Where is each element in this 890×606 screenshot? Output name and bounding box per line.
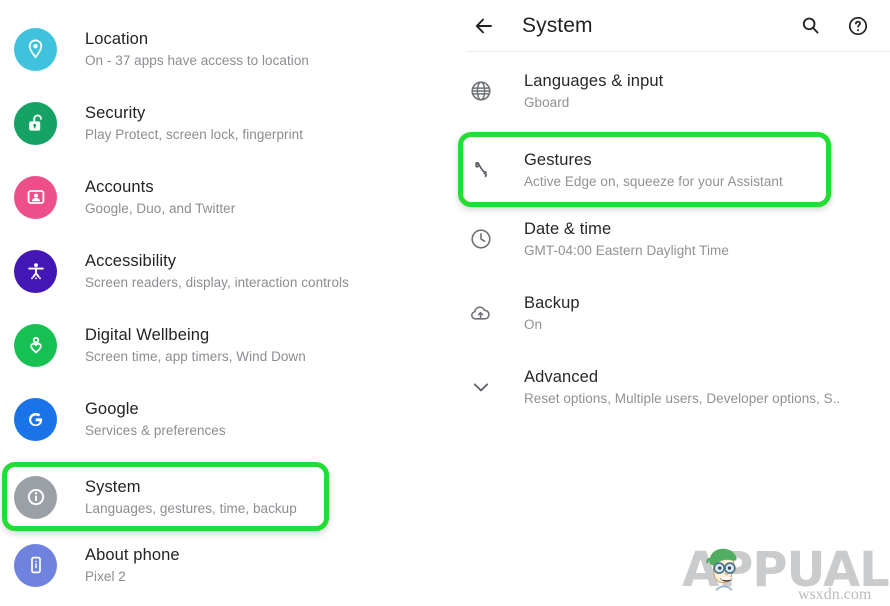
- row-title: Languages & input: [524, 71, 664, 90]
- row-subtitle: Reset options, Multiple users, Developer…: [524, 390, 841, 406]
- row-text: Accounts Google, Duo, and Twitter: [85, 177, 235, 218]
- row-text: Languages & input Gboard: [524, 71, 663, 112]
- row-subtitle: Languages, gestures, time, backup: [85, 500, 297, 516]
- back-arrow-icon[interactable]: [471, 13, 497, 39]
- settings-row-security[interactable]: Security Play Protect, screen lock, fing…: [0, 91, 445, 155]
- settings-row-gestures[interactable]: Gestures Active Edge on, squeeze for you…: [445, 139, 890, 201]
- row-subtitle: Screen readers, display, interaction con…: [85, 274, 349, 290]
- settings-row-date-time[interactable]: Date & time GMT-04:00 Eastern Daylight T…: [445, 208, 890, 270]
- row-subtitle: GMT-04:00 Eastern Daylight Time: [524, 242, 729, 258]
- row-title: Gestures: [524, 150, 592, 169]
- globe-icon: [466, 78, 496, 104]
- row-title: Date & time: [524, 219, 612, 238]
- row-text: Advanced Reset options, Multiple users, …: [524, 367, 840, 408]
- cloud-upload-icon: [466, 300, 496, 326]
- row-subtitle: Services & preferences: [85, 422, 226, 438]
- row-text: Accessibility Screen readers, display, i…: [85, 251, 349, 292]
- row-title: Backup: [524, 293, 580, 312]
- row-subtitle: Screen time, app timers, Wind Down: [85, 348, 306, 364]
- settings-row-about-phone[interactable]: About phone Pixel 2: [0, 533, 445, 597]
- row-text: System Languages, gestures, time, backup: [85, 477, 297, 518]
- settings-row-accounts[interactable]: Accounts Google, Duo, and Twitter: [0, 165, 445, 229]
- row-subtitle: On: [524, 316, 543, 332]
- app-bar: System: [445, 0, 890, 51]
- search-icon[interactable]: [797, 13, 823, 39]
- row-text: Security Play Protect, screen lock, fing…: [85, 103, 303, 144]
- settings-screenshot: Location On - 37 apps have access to loc…: [0, 0, 890, 606]
- accessibility-person-icon: [14, 249, 57, 293]
- settings-row-google[interactable]: Google Services & preferences: [0, 387, 445, 451]
- row-text: Location On - 37 apps have access to loc…: [85, 29, 309, 70]
- help-icon[interactable]: [845, 13, 871, 39]
- page-title: System: [522, 13, 593, 37]
- row-title: Accessibility: [85, 251, 177, 270]
- row-text: Digital Wellbeing Screen time, app timer…: [85, 325, 306, 366]
- row-title: Accounts: [85, 177, 154, 196]
- settings-list-panel: Location On - 37 apps have access to loc…: [0, 0, 445, 606]
- info-circle-icon: [14, 475, 57, 519]
- row-text: Date & time GMT-04:00 Eastern Daylight T…: [524, 219, 729, 260]
- row-text: Backup On: [524, 293, 580, 334]
- chevron-down-icon: [466, 374, 496, 400]
- row-title: System: [85, 477, 141, 496]
- settings-row-digital-wellbeing[interactable]: Digital Wellbeing Screen time, app timer…: [0, 313, 445, 377]
- row-subtitle: Google, Duo, and Twitter: [85, 200, 236, 216]
- row-text: Gestures Active Edge on, squeeze for you…: [524, 150, 783, 191]
- header-divider: [466, 51, 890, 52]
- account-portrait-icon: [14, 175, 57, 219]
- settings-row-languages-input[interactable]: Languages & input Gboard: [445, 60, 890, 122]
- row-title: About phone: [85, 545, 180, 564]
- row-title: Location: [85, 29, 149, 48]
- system-detail-panel: System Languages & input Gboard Gestures…: [445, 0, 890, 606]
- location-pin-icon: [14, 27, 57, 71]
- unlocked-padlock-icon: [14, 101, 57, 145]
- heart-person-icon: [14, 323, 57, 367]
- settings-row-backup[interactable]: Backup On: [445, 282, 890, 344]
- row-subtitle: Pixel 2: [85, 568, 126, 584]
- phone-info-icon: [14, 543, 57, 587]
- row-title: Google: [85, 399, 139, 418]
- row-text: About phone Pixel 2: [85, 545, 180, 586]
- settings-row-location[interactable]: Location On - 37 apps have access to loc…: [0, 17, 445, 81]
- row-title: Digital Wellbeing: [85, 325, 210, 344]
- gesture-swirl-icon: [466, 157, 496, 183]
- row-title: Security: [85, 103, 146, 122]
- row-subtitle: On - 37 apps have access to location: [85, 52, 309, 68]
- settings-row-accessibility[interactable]: Accessibility Screen readers, display, i…: [0, 239, 445, 303]
- row-subtitle: Active Edge on, squeeze for your Assista…: [524, 173, 783, 189]
- row-text: Google Services & preferences: [85, 399, 226, 440]
- settings-row-advanced[interactable]: Advanced Reset options, Multiple users, …: [445, 356, 890, 418]
- google-g-icon: [14, 397, 57, 441]
- row-title: Advanced: [524, 367, 599, 386]
- row-subtitle: Play Protect, screen lock, fingerprint: [85, 126, 303, 142]
- clock-icon: [466, 226, 496, 252]
- settings-row-system[interactable]: System Languages, gestures, time, backup: [0, 465, 445, 529]
- row-subtitle: Gboard: [524, 94, 570, 110]
